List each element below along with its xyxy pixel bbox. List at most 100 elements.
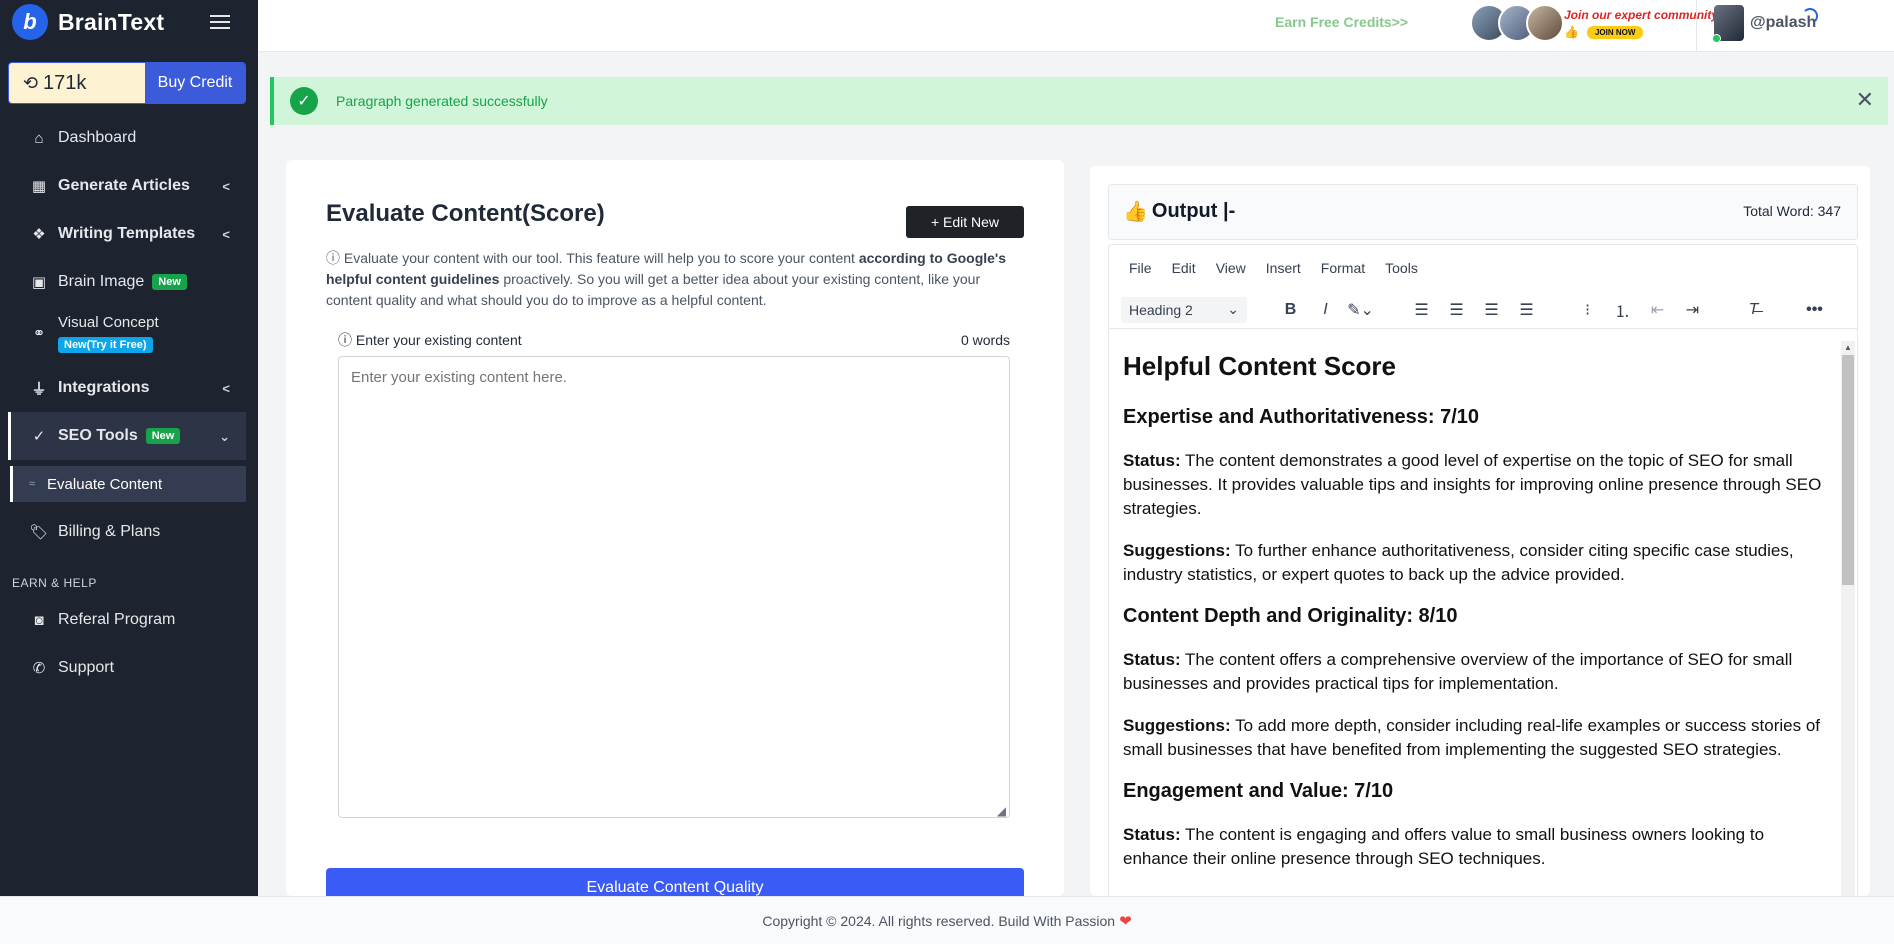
status-text: The content offers a comprehensive overv…	[1123, 650, 1793, 693]
join-now-button[interactable]: JOIN NOW	[1586, 25, 1644, 39]
sidebar-item-label: SEO Tools	[58, 427, 138, 444]
sidebar-item-dashboard[interactable]: ⌂ Dashboard	[0, 114, 258, 162]
more-icon[interactable]: •••	[1797, 301, 1832, 319]
desc-text: Evaluate your content with our tool. Thi…	[343, 250, 859, 266]
sidebar-item-label: Support	[58, 659, 115, 676]
status-paragraph: Status: The content demonstrates a good …	[1123, 449, 1823, 521]
edit-new-button[interactable]: + Edit New	[906, 206, 1024, 238]
avatar	[1526, 4, 1564, 42]
align-left-icon[interactable]: ☰	[1404, 300, 1439, 320]
status-text: The content demonstrates a good level of…	[1123, 451, 1822, 518]
check-circle-icon: ✓	[290, 87, 318, 115]
camera-icon: ◙	[34, 611, 44, 629]
output-card: 👍 Output |- Total Word: 347 File Edit Vi…	[1090, 166, 1870, 896]
info-icon: ⓘ	[338, 332, 352, 348]
suggestions-paragraph: Suggestions: To further enhance authorit…	[1123, 539, 1823, 587]
status-text: The content is engaging and offers value…	[1123, 825, 1765, 868]
bold-icon[interactable]: B	[1273, 301, 1308, 319]
concept-icon: ⚭	[32, 325, 46, 342]
online-status-icon	[1712, 34, 1721, 43]
chevron-left-icon: <	[222, 179, 230, 194]
block-format-select[interactable]: Heading 2 ⌄	[1121, 296, 1247, 323]
new-badge: New	[145, 428, 181, 444]
resize-handle-icon[interactable]: ◢	[997, 804, 1006, 818]
align-right-icon[interactable]: ☰	[1474, 300, 1509, 320]
buy-credit-button[interactable]: Buy Credit	[145, 63, 245, 103]
sidebar-item-label: Dashboard	[58, 129, 137, 146]
earn-free-credits-link[interactable]: Earn Free Credits>>	[1275, 14, 1408, 30]
sidebar-subitem-evaluate-content[interactable]: ≈ Evaluate Content	[10, 466, 246, 502]
menu-view[interactable]: View	[1216, 260, 1246, 276]
thumbs-up-icon: 👍	[1564, 25, 1579, 39]
status-paragraph: Status: The content is engaging and offe…	[1123, 823, 1823, 871]
heart-icon: ❤	[1119, 912, 1132, 930]
sidebar-item-writing-templates[interactable]: ❖ Writing Templates <	[0, 210, 258, 258]
sidebar: b BrainText ⟲ 171k Buy Credit ⌂ Dashboar…	[0, 0, 258, 944]
topbar: Earn Free Credits>> Join our expert comm…	[258, 0, 1894, 52]
image-icon: ▣	[31, 274, 47, 291]
sidebar-item-billing[interactable]: 🏷 Billing & Plans	[0, 508, 258, 556]
phone-icon: ✆	[32, 660, 46, 677]
info-icon: ⓘ	[326, 250, 340, 266]
rich-text-editor: File Edit View Insert Format Tools Headi…	[1108, 244, 1858, 896]
brand[interactable]: b BrainText	[0, 0, 258, 44]
sidebar-item-seo-tools[interactable]: ✓ SEO Tools New ⌄	[8, 412, 246, 460]
output-header: 👍 Output |- Total Word: 347	[1108, 184, 1858, 240]
evaluate-content-button[interactable]: Evaluate Content Quality	[326, 868, 1024, 896]
italic-icon[interactable]: I	[1308, 301, 1343, 319]
indent-icon[interactable]: ⇥	[1675, 300, 1710, 320]
copyright-text: Copyright © 2024. All rights reserved. B…	[762, 912, 1116, 929]
content-input[interactable]	[338, 356, 1010, 818]
credit-balance: ⟲ 171k	[9, 63, 145, 103]
scrollbar-thumb[interactable]	[1842, 355, 1854, 585]
sidebar-item-label: Referal Program	[58, 611, 176, 628]
highlight-icon[interactable]: ✎⌄	[1343, 300, 1378, 320]
sidebar-item-visual-concept[interactable]: ⚭ Visual Concept New(Try it Free)	[0, 306, 258, 364]
align-center-icon[interactable]: ☰	[1439, 300, 1474, 320]
user-menu[interactable]: @palash	[1712, 5, 1816, 43]
avatar	[1712, 5, 1744, 43]
scroll-up-icon[interactable]: ▲	[1844, 343, 1852, 352]
editor-content[interactable]: Helpful Content Score Expertise and Auth…	[1123, 341, 1833, 896]
sidebar-item-brain-image[interactable]: ▣ Brain Image New	[0, 258, 258, 306]
tag-icon: 🏷	[29, 524, 49, 541]
word-count: 0 words	[960, 332, 1010, 348]
chevron-down-icon: ⌄	[219, 429, 230, 444]
numbered-list-icon[interactable]: ⒈	[1605, 298, 1640, 322]
clear-formatting-icon[interactable]: T̶	[1736, 301, 1771, 319]
output-title: 👍 Output |-	[1123, 199, 1235, 224]
editor-scrollbar[interactable]: ▲	[1841, 341, 1855, 896]
suggestions-label: Suggestions:	[1123, 716, 1231, 735]
sidebar-item-integrations[interactable]: ⏚ Integrations <	[0, 364, 258, 412]
alert-message: Paragraph generated successfully	[336, 93, 548, 109]
description: ⓘ Evaluate your content with our tool. T…	[326, 248, 1026, 311]
bullet-list-icon[interactable]: ⁝	[1570, 300, 1605, 320]
status-label: Status:	[1123, 650, 1181, 669]
sidebar-item-label: Brain Image	[58, 273, 145, 290]
output-title-text: Output |-	[1151, 200, 1236, 222]
menu-format[interactable]: Format	[1321, 260, 1365, 276]
community-avatars[interactable]	[1470, 4, 1564, 42]
sidebar-item-referal[interactable]: ◙ Referal Program	[0, 596, 258, 644]
sidebar-nav: ⌂ Dashboard ▦ Generate Articles < ❖ Writ…	[0, 114, 258, 692]
align-justify-icon[interactable]: ☰	[1509, 300, 1544, 320]
outdent-icon[interactable]: ⇤	[1640, 300, 1675, 320]
chevron-left-icon: <	[222, 381, 230, 396]
sub-item-icon: ≈	[29, 478, 36, 490]
sidebar-item-label: Generate Articles	[58, 177, 190, 194]
credit-icon: ⟲	[23, 73, 39, 93]
menu-tools[interactable]: Tools	[1385, 260, 1418, 276]
content-heading: Helpful Content Score	[1123, 351, 1397, 381]
menu-file[interactable]: File	[1129, 260, 1152, 276]
close-icon[interactable]: ✕	[1856, 87, 1874, 113]
sidebar-item-generate-articles[interactable]: ▦ Generate Articles <	[0, 162, 258, 210]
hamburger-menu-icon[interactable]	[210, 15, 230, 29]
status-label: Status:	[1123, 825, 1181, 844]
menu-insert[interactable]: Insert	[1266, 260, 1301, 276]
community-banner[interactable]: Join our expert community 👍 JOIN NOW	[1564, 8, 1718, 39]
sidebar-item-label: Writing Templates	[58, 225, 196, 242]
menu-edit[interactable]: Edit	[1172, 260, 1196, 276]
layers-icon: ❖	[32, 226, 46, 243]
input-label-text: Enter your existing content	[355, 332, 522, 348]
sidebar-item-support[interactable]: ✆ Support	[0, 644, 258, 692]
